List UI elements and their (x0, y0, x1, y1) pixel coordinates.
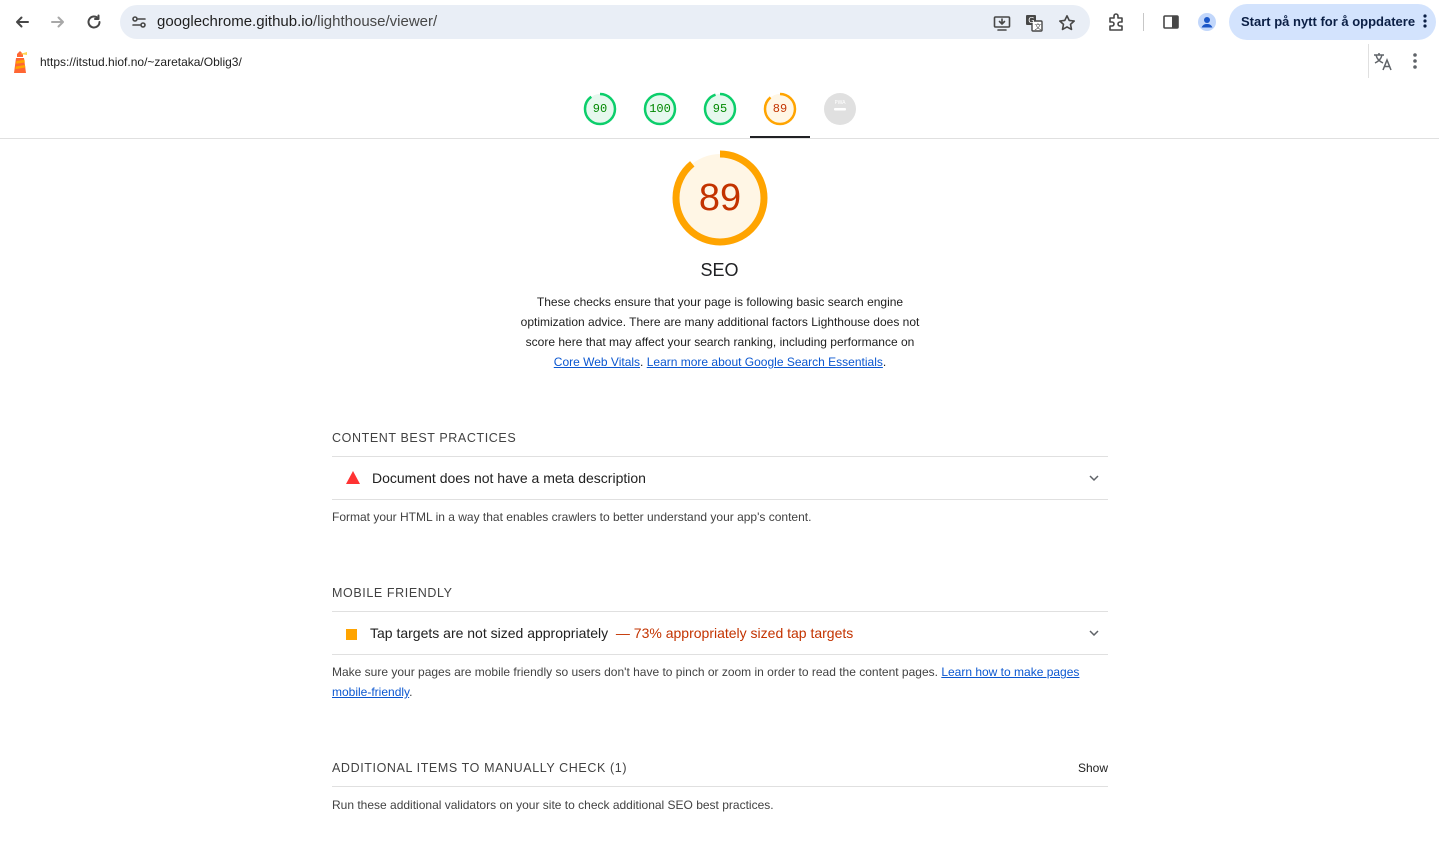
lighthouse-logo-icon (10, 50, 30, 74)
link-separator: . (640, 355, 644, 369)
active-tab-indicator (750, 136, 810, 138)
accessibility-score-gauge[interactable]: 100 (643, 92, 677, 126)
manual-group-description: Run these additional validators on your … (332, 798, 774, 812)
lighthouse-topbar: https://itstud.hiof.no/~zaretaka/Oblig3/ (0, 44, 1439, 79)
category-description-text: These checks ensure that your page is fo… (520, 295, 920, 349)
back-arrow-icon[interactable] (9, 9, 35, 35)
core-web-vitals-link[interactable]: Core Web Vitals (554, 355, 640, 369)
tap-targets-title: Tap targets are not sized appropriately (370, 625, 609, 641)
tap-targets-display-value: — 73% appropriately sized tap targets (615, 625, 854, 641)
forward-arrow-icon[interactable] (45, 9, 71, 35)
tools-menu-icon[interactable] (1404, 50, 1426, 72)
mobile-friendly-header: MOBILE FRIENDLY (332, 586, 453, 600)
browser-toolbar: googlechrome.github.io/lighthouse/viewer… (0, 0, 1439, 44)
update-chrome-button[interactable]: Start på nytt for å oppdatere (1229, 4, 1436, 40)
translate-page-icon[interactable]: G文 (1024, 13, 1044, 33)
category-title: SEO (700, 260, 739, 280)
manual-check-count: (1) (610, 761, 628, 775)
profile-avatar-icon[interactable] (1196, 11, 1218, 33)
svg-text:G: G (1028, 16, 1034, 25)
seo-category-gauge: 89 (670, 148, 770, 248)
install-app-icon[interactable] (992, 13, 1012, 33)
audit-title: Document does not have a meta descriptio… (372, 470, 646, 486)
accessibility-score-value: 100 (649, 102, 671, 116)
best-practices-score-value: 95 (712, 102, 728, 116)
site-settings-icon[interactable] (128, 11, 150, 33)
content-best-practices-header: CONTENT BEST PRACTICES (332, 431, 517, 445)
topbar-divider (1368, 44, 1369, 78)
manual-check-header: ADDITIONAL ITEMS TO MANUALLY CHECK (1) (332, 761, 627, 775)
score-header: 90 100 95 89 PWA (0, 78, 1439, 139)
meta-description-audit[interactable]: Document does not have a meta descriptio… (332, 456, 1108, 500)
mobile-description-text: Make sure your pages are mobile friendly… (332, 665, 938, 679)
url-path: /lighthouse/viewer/ (312, 13, 438, 30)
performance-score-gauge[interactable]: 90 (583, 92, 617, 126)
seo-score-gauge[interactable]: 89 (763, 92, 797, 126)
url-host: googlechrome.github.io (157, 13, 313, 30)
performance-score-value: 90 (592, 102, 608, 116)
show-manual-items-button[interactable]: Show (1070, 761, 1108, 775)
tested-url-link[interactable]: https://itstud.hiof.no/~zaretaka/Oblig3/ (40, 55, 242, 69)
category-description: These checks ensure that your page is fo… (510, 292, 930, 372)
divider (332, 786, 1108, 787)
chevron-down-icon[interactable] (1088, 626, 1100, 644)
side-panel-icon[interactable] (1160, 11, 1182, 33)
audit-title: Tap targets are not sized appropriately … (370, 625, 853, 641)
address-bar[interactable]: googlechrome.github.io/lighthouse/viewer… (120, 5, 1090, 39)
svg-text:文: 文 (1035, 22, 1042, 31)
extensions-puzzle-icon[interactable] (1106, 11, 1128, 33)
fail-triangle-icon (346, 471, 360, 489)
url-text[interactable]: googlechrome.github.io/lighthouse/viewer… (157, 13, 437, 30)
pwa-badge-label: PWA (834, 100, 846, 106)
content-group-description: Format your HTML in a way that enables c… (332, 510, 812, 524)
bookmark-star-icon[interactable] (1057, 13, 1077, 33)
chevron-down-icon[interactable] (1088, 471, 1100, 489)
translate-icon[interactable] (1372, 50, 1394, 72)
description-end-period: . (882, 355, 887, 369)
mobile-group-description: Make sure your pages are mobile friendly… (332, 662, 1108, 702)
tap-targets-audit[interactable]: Tap targets are not sized appropriately … (332, 611, 1108, 655)
update-chrome-label: Start på nytt for å oppdatere (1241, 14, 1416, 29)
manual-check-title: ADDITIONAL ITEMS TO MANUALLY CHECK (332, 761, 606, 775)
mobile-end-period: . (409, 685, 413, 699)
average-square-icon (346, 627, 357, 645)
more-vert-icon (1422, 12, 1428, 35)
search-essentials-link[interactable]: Learn more about Google Search Essential… (647, 355, 883, 369)
toolbar-divider (1143, 13, 1144, 31)
seo-score-value: 89 (772, 102, 788, 116)
pwa-badge-icon: PWA (824, 93, 856, 125)
seo-category-score: 89 (698, 177, 742, 219)
best-practices-score-gauge[interactable]: 95 (703, 92, 737, 126)
reload-icon[interactable] (81, 9, 107, 35)
pwa-badge-gauge[interactable]: PWA (823, 92, 857, 126)
